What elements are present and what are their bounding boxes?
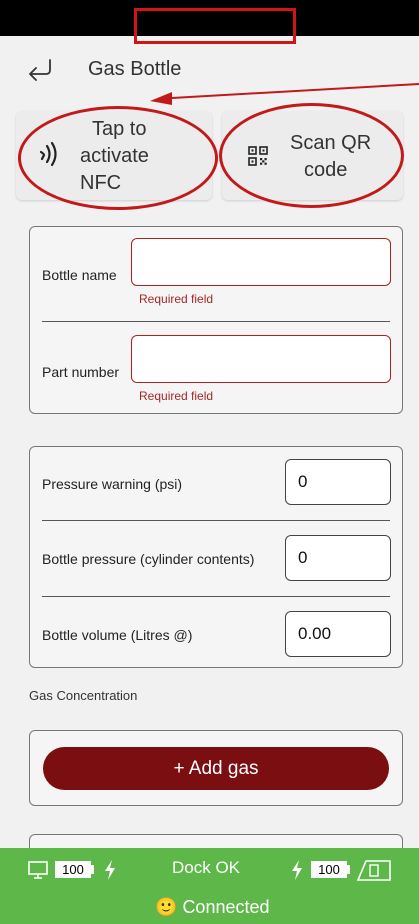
gas-card: + Add gas	[29, 730, 403, 806]
part-number-label: Part number	[42, 364, 120, 380]
dock-status-bar: 100 Dock OK 100 🙂 Connected	[0, 848, 419, 924]
connection-status: 🙂 Connected	[155, 897, 270, 918]
annotation-circle-nfc	[18, 106, 218, 210]
smiley-icon: 🙂	[155, 897, 178, 917]
monitor-icon	[28, 861, 48, 879]
app-bar: Gas Bottle	[0, 36, 419, 102]
divider	[42, 596, 390, 597]
charging-bolt-icon	[105, 860, 115, 880]
part-number-error: Required field	[139, 389, 214, 403]
charging-bolt-icon	[292, 860, 302, 880]
bottle-volume-label: Bottle volume (Litres @)	[42, 627, 193, 643]
divider	[42, 520, 390, 521]
pressure-warning-input[interactable]: 0	[285, 459, 391, 505]
identity-card: Bottle name Required field Part number R…	[29, 226, 403, 414]
dock-status-text: Dock OK	[172, 858, 241, 877]
pressure-card: Pressure warning (psi) 0 Bottle pressure…	[29, 446, 403, 668]
battery-tip	[347, 865, 350, 874]
annotation-circle-qr	[219, 103, 404, 208]
add-gas-button[interactable]: + Add gas	[43, 747, 389, 790]
connection-text: Connected	[182, 897, 270, 917]
left-battery-level: 100	[55, 861, 91, 878]
dock-device-icon	[356, 860, 391, 881]
back-arrow-icon[interactable]	[26, 56, 54, 84]
right-battery-level: 100	[311, 861, 347, 878]
bottle-name-label: Bottle name	[42, 267, 117, 283]
bottle-name-error: Required field	[139, 292, 214, 306]
pressure-warning-label: Pressure warning (psi)	[42, 476, 183, 492]
bottle-pressure-label: Bottle pressure (cylinder contents)	[42, 551, 255, 567]
bottle-volume-input[interactable]: 0.00	[285, 611, 391, 657]
bottle-pressure-input[interactable]: 0	[285, 535, 391, 581]
page-title: Gas Bottle	[88, 58, 182, 80]
bottle-name-input[interactable]	[131, 238, 391, 286]
battery-tip	[91, 865, 94, 874]
part-number-input[interactable]	[131, 335, 391, 383]
divider	[42, 321, 390, 322]
gas-concentration-label: Gas Concentration	[29, 688, 138, 703]
